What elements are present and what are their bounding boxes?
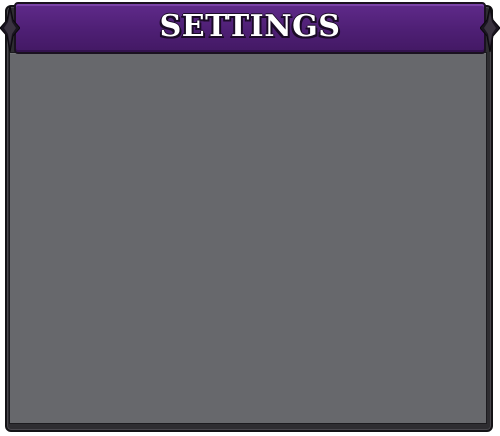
settings-content-area — [9, 52, 487, 424]
right-ornament-icon — [480, 6, 500, 52]
settings-panel: SETTINGS — [0, 2, 500, 434]
header-banner: SETTINGS — [14, 2, 486, 54]
page-title: SETTINGS — [159, 8, 341, 44]
left-ornament-icon — [0, 6, 20, 52]
